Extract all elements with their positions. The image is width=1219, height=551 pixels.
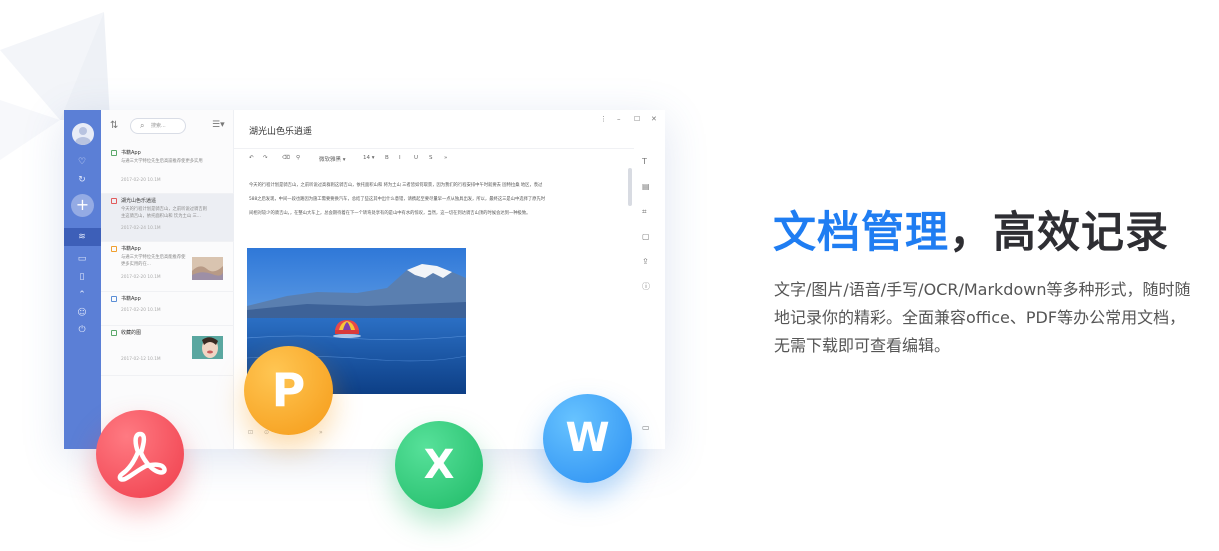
pdf-icon <box>96 410 184 498</box>
share-icon[interactable]: ⌃ <box>75 288 89 302</box>
more-icon[interactable]: ⋮ <box>600 115 607 123</box>
sort-menu-icon[interactable]: ☰▾ <box>212 120 225 130</box>
note-thumbnail <box>192 336 223 359</box>
note-date: 2017-02-20 10.1M <box>121 308 161 313</box>
add-note-button[interactable]: + <box>71 194 94 217</box>
layers-icon[interactable]: ≋ <box>75 230 89 244</box>
folder-icon[interactable]: ▭ <box>75 252 89 266</box>
export-icon[interactable]: ⇪ <box>642 257 649 266</box>
more-tools-button[interactable]: » <box>444 155 447 161</box>
note-title: 书籍App <box>121 150 141 156</box>
nav-rail: ♡ ↻ + ≋ ▭ ▯ ⌃ ☺ ⏻ <box>64 110 101 449</box>
sync-icon[interactable]: ⇅ <box>110 120 118 131</box>
list-item[interactable]: 书籍App 2017-02-20 10.1M <box>101 292 234 326</box>
image-tool-icon[interactable]: ⊡ <box>248 429 253 436</box>
avatar[interactable] <box>72 123 94 145</box>
user-icon[interactable]: ☺ <box>75 306 89 320</box>
list-toolbar: ⇅ ⌕ 搜索... ☰▾ <box>101 110 234 142</box>
info-icon[interactable]: ⓘ <box>642 281 650 292</box>
underline-button[interactable]: U <box>414 155 418 161</box>
checkbox-icon <box>111 246 117 252</box>
document-title[interactable]: 湖光山色乐逍遥 <box>249 124 312 137</box>
eraser-icon[interactable]: ⌫ <box>282 155 290 161</box>
more-bottom-button[interactable]: » <box>319 429 323 436</box>
note-desc: 与通三大学特位先生后高能推荐使更多实用的在... <box>121 255 186 267</box>
title-rest: ，高效记录 <box>949 208 1169 258</box>
note-desc: 与通三大学特位先生后高崩推荐使更多实用 <box>121 159 203 164</box>
note-list-panel: ⇅ ⌕ 搜索... ☰▾ 书籍App 与通三大学特位先生后高崩推荐使更多实用 2… <box>101 110 234 449</box>
note-title: 书籍App <box>121 246 141 252</box>
close-button[interactable]: ✕ <box>651 115 657 123</box>
crop-icon[interactable]: ⌗ <box>642 207 647 217</box>
note-title: 收藏的图 <box>121 330 142 336</box>
excel-icon: X <box>395 421 483 509</box>
refresh-icon[interactable]: ↻ <box>75 173 89 187</box>
favorite-icon[interactable]: ♡ <box>75 155 89 169</box>
checkbox-icon <box>111 330 117 336</box>
document-body[interactable]: 今天的行程计划是骑吉山，之前听说过高群则这骑吉山，依托面积山和 将为土山 三者皆… <box>249 179 549 221</box>
redo-button[interactable]: ↷ <box>263 155 268 161</box>
side-toolbar: T ▤ ⌗ ▢ ⇪ ⓘ ▭ <box>639 155 659 445</box>
pdf-glyph-icon <box>117 431 167 482</box>
maximize-button[interactable]: ☐ <box>634 115 640 123</box>
note-date: 2017-02-20 10.1M <box>121 178 161 183</box>
word-icon: W <box>543 394 632 483</box>
search-input[interactable]: ⌕ 搜索... <box>130 118 186 134</box>
ppt-icon: P <box>244 346 333 435</box>
checkbox-icon <box>111 198 117 204</box>
note-date: 2017-02-20 10.1M <box>121 275 161 280</box>
list-item[interactable]: 书籍App 与通三大学特位先生后高能推荐使更多实用的在... 2017-02-2… <box>101 242 234 292</box>
trash-icon[interactable]: ▯ <box>75 270 89 284</box>
note-thumbnail <box>192 257 223 280</box>
note-title: 湖光山色乐逍遥 <box>121 198 157 204</box>
text-style-icon[interactable]: T <box>642 157 647 166</box>
note-date: 2017-02-12 10.1M <box>121 357 161 362</box>
list-item[interactable]: 书籍App 与通三大学特位先生后高崩推荐使更多实用 2017-02-20 10.… <box>101 146 234 194</box>
strikethrough-button[interactable]: S <box>429 155 433 161</box>
comment-icon[interactable]: ▢ <box>642 232 650 241</box>
checkbox-icon <box>111 150 117 156</box>
note-desc: 今天的行程计划是骑吉山，之前听说过骑吉则主这骑吉山，依托面积山和 饮为土山 三.… <box>121 207 207 219</box>
italic-button[interactable]: I <box>399 155 401 161</box>
panel-toggle-icon[interactable]: ▭ <box>642 423 650 432</box>
font-family-select[interactable]: 微软雅黑 ▾ <box>319 155 346 163</box>
scrollbar[interactable] <box>628 168 632 206</box>
toolbar-divider <box>234 148 634 149</box>
format-painter-icon[interactable]: ⚲ <box>296 155 300 161</box>
search-icon: ⌕ <box>140 121 145 130</box>
power-icon[interactable]: ⏻ <box>75 323 89 337</box>
title-highlight: 文档管理 <box>773 208 949 258</box>
note-date: 2017-02-24 10.1M <box>121 226 161 231</box>
format-toolbar: ↶ ↷ ⌫ ⚲ 微软雅黑 ▾ 14 ▾ B I U S » <box>249 155 639 167</box>
search-placeholder: 搜索... <box>151 123 166 129</box>
font-size-select[interactable]: 14 ▾ <box>363 155 375 161</box>
stage: ♡ ↻ + ≋ ▭ ▯ ⌃ ☺ ⏻ ⇅ ⌕ 搜索... ☰▾ 书籍App 与通三… <box>0 0 1219 551</box>
document-icon[interactable]: ▤ <box>642 182 650 191</box>
bold-button[interactable]: B <box>385 155 389 161</box>
page-title: 文档管理，高效记录 <box>773 198 1169 260</box>
feature-description: 文字/图片/语音/手写/OCR/Markdown等多种形式，随时随地记录你的精彩… <box>774 280 1191 355</box>
list-item-active[interactable]: 湖光山色乐逍遥 今天的行程计划是骑吉山，之前听说过骑吉则主这骑吉山，依托面积山和… <box>101 194 234 242</box>
minimize-button[interactable]: – <box>617 115 621 123</box>
list-item[interactable]: 收藏的图 2017-02-12 10.1M <box>101 326 234 376</box>
checkbox-icon <box>111 296 117 302</box>
note-title: 书籍App <box>121 296 141 302</box>
undo-button[interactable]: ↶ <box>249 155 254 161</box>
